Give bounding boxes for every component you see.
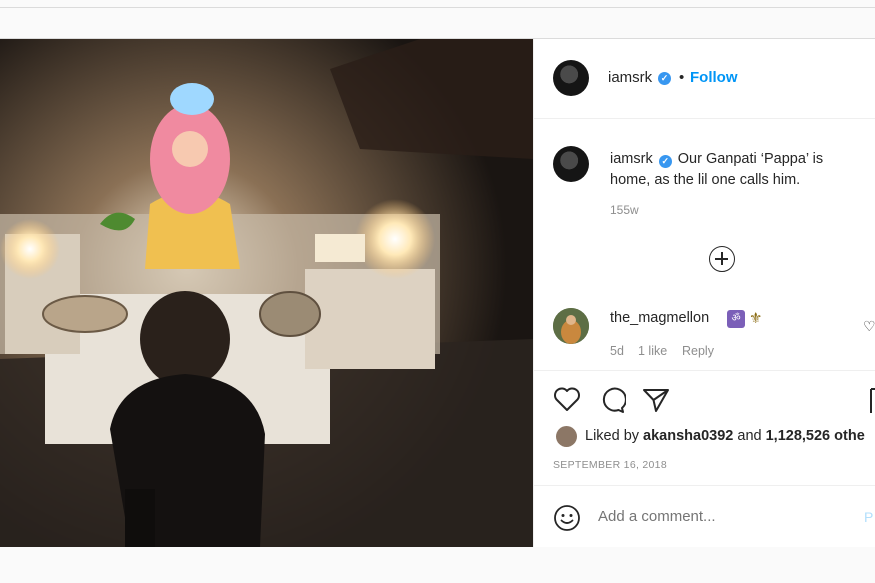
top-browser-bar bbox=[0, 0, 875, 8]
caption-verified-icon: ✓ bbox=[658, 155, 672, 168]
post-header: iamsrk ✓ • Follow bbox=[534, 39, 875, 119]
post-comment-button[interactable]: P bbox=[864, 509, 873, 525]
post-side-panel: iamsrk ✓ • Follow iamsrk ✓ Our Ganpati ‘… bbox=[533, 39, 875, 547]
heart-icon[interactable] bbox=[553, 386, 581, 417]
smiley-icon[interactable] bbox=[553, 504, 581, 537]
liked-by-user[interactable]: akansha0392 bbox=[643, 428, 733, 444]
instagram-post: iamsrk ✓ • Follow iamsrk ✓ Our Ganpati ‘… bbox=[0, 38, 875, 547]
post-caption: iamsrk ✓ Our Ganpati ‘Pappa’ is home, as… bbox=[610, 149, 860, 191]
add-comment-input[interactable] bbox=[598, 508, 838, 525]
caption-age[interactable]: 155w bbox=[610, 203, 639, 217]
liked-by-text: Liked by akansha0392 and 1,128,526 othe bbox=[585, 428, 865, 444]
bookmark-icon[interactable] bbox=[869, 387, 875, 420]
actions-divider bbox=[534, 370, 875, 371]
liked-by-suffix: and bbox=[737, 428, 762, 444]
post-date[interactable]: SEPTEMBER 16, 2018 bbox=[553, 459, 667, 471]
liked-by-prefix: Liked by bbox=[585, 428, 640, 444]
liker-avatar[interactable] bbox=[556, 426, 577, 447]
separator-dot: • bbox=[679, 69, 685, 86]
comment-likes[interactable]: 1 like bbox=[638, 344, 667, 358]
commenter-username[interactable]: the_magmellon bbox=[610, 310, 709, 326]
comment-reply-button[interactable]: Reply bbox=[682, 344, 714, 358]
follow-button[interactable]: Follow bbox=[690, 69, 738, 86]
verified-badge-icon: ✓ bbox=[658, 72, 671, 85]
comment-icon[interactable] bbox=[598, 386, 627, 419]
om-emoji-icon: ॐ bbox=[727, 310, 745, 328]
fleur-emoji-icon: ⚜ bbox=[749, 310, 763, 327]
share-icon[interactable] bbox=[642, 387, 670, 418]
comment-heart-icon[interactable]: ♡ bbox=[863, 318, 875, 335]
caption-username[interactable]: iamsrk bbox=[610, 151, 653, 167]
comment-age[interactable]: 5d bbox=[610, 344, 624, 358]
commenter-avatar[interactable] bbox=[553, 308, 589, 344]
author-avatar[interactable] bbox=[553, 60, 589, 96]
photo-illustration bbox=[0, 39, 533, 547]
commenter-avatar-image bbox=[553, 308, 589, 344]
author-username[interactable]: iamsrk bbox=[608, 69, 652, 86]
comment-divider bbox=[534, 485, 875, 486]
post-photo bbox=[0, 39, 533, 547]
plus-circle-icon[interactable] bbox=[709, 246, 735, 272]
caption-author-avatar[interactable] bbox=[553, 146, 589, 182]
liked-by-count[interactable]: 1,128,526 othe bbox=[766, 428, 865, 444]
